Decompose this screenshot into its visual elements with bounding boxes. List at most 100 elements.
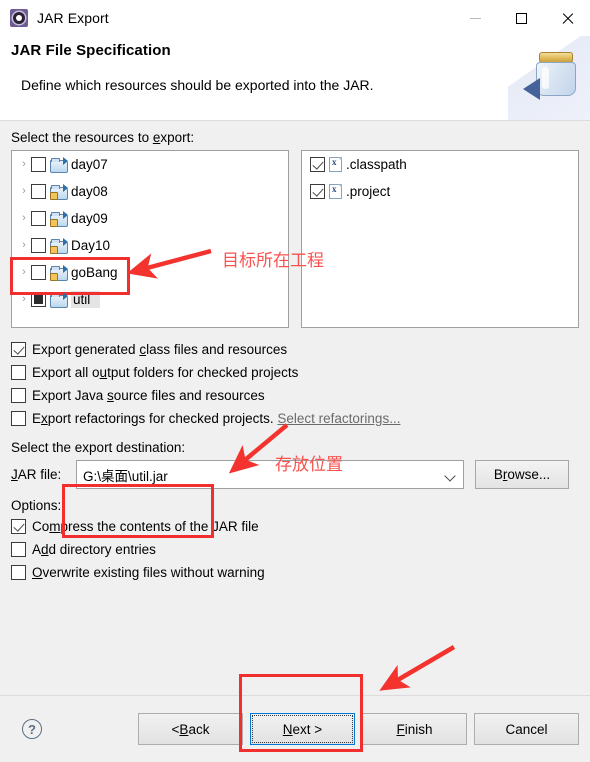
- tree-checkbox[interactable]: [31, 211, 46, 226]
- lock-icon: [50, 191, 58, 200]
- chevron-right-icon[interactable]: ›: [17, 294, 31, 305]
- back-button[interactable]: < Back: [138, 713, 243, 745]
- resources-label: Select the resources to export:: [11, 121, 579, 150]
- resources-label-pre: Select the resources to: [11, 130, 153, 145]
- chevron-right-icon[interactable]: ›: [17, 186, 31, 197]
- footer-buttons: < Back Next > Finish Cancel: [138, 713, 579, 745]
- tree-item-label: goBang: [71, 265, 118, 280]
- tree-checkbox[interactable]: [31, 265, 46, 280]
- jar-icon: [536, 52, 576, 96]
- option-label-mnemonic: s: [107, 388, 114, 403]
- project-tree[interactable]: › day07 › day08 › day09 › Day10 › goBang…: [11, 150, 289, 328]
- next-button[interactable]: Next >: [250, 713, 355, 745]
- footer: ? < Back Next > Finish Cancel: [0, 696, 590, 762]
- chevron-down-icon[interactable]: [444, 470, 456, 482]
- jar-file-row: JAR file: G:\桌面\util.jar Br owse...: [11, 460, 579, 489]
- close-icon: [561, 12, 574, 25]
- option-label-mnemonic: d: [41, 542, 49, 557]
- cancel-button[interactable]: Cancel: [474, 713, 579, 745]
- folder-icon: [50, 210, 68, 227]
- jar-export-dialog: JAR Export JAR File Specification Define…: [0, 0, 590, 762]
- chevron-right-icon[interactable]: ›: [17, 159, 31, 170]
- tree-checkbox[interactable]: [31, 184, 46, 199]
- list-item[interactable]: .classpath: [302, 151, 578, 178]
- chevron-right-icon[interactable]: ›: [17, 240, 31, 251]
- checkbox[interactable]: [11, 388, 26, 403]
- page-banner: JAR File Specification Define which reso…: [0, 36, 590, 120]
- option-label-mnemonic: u: [99, 365, 108, 380]
- option-label-post: ource files and resources: [113, 388, 265, 403]
- window-controls: [452, 0, 590, 36]
- browse-button[interactable]: Br owse...: [475, 460, 569, 489]
- jar-image: [508, 36, 590, 120]
- page-title: JAR File Specification: [11, 42, 171, 59]
- option-label-mnemonic: m: [49, 519, 61, 534]
- tree-checkbox[interactable]: [31, 157, 46, 172]
- checkbox[interactable]: [11, 542, 26, 557]
- jar-body: [536, 62, 576, 96]
- file-checkbox[interactable]: [310, 157, 325, 172]
- option-label-pre: Export all o: [32, 365, 100, 380]
- option-label-pre: Co: [32, 519, 50, 534]
- option-add-directory-entries[interactable]: Add directory entries: [11, 538, 579, 561]
- file-item-label: .project: [346, 184, 391, 199]
- lock-icon: [50, 245, 58, 254]
- select-refactorings-link[interactable]: Select refactorings...: [277, 411, 400, 426]
- folder-icon: [50, 237, 68, 254]
- checkbox[interactable]: [11, 365, 26, 380]
- option-label-post: lass files and resources: [146, 342, 288, 357]
- option-label-pre: A: [32, 542, 42, 557]
- option-label-post: press the contents of the JAR file: [60, 519, 259, 534]
- option-export-refactorings[interactable]: Export refactorings for checked projects…: [11, 407, 579, 430]
- option-label-pre: Export Java: [32, 388, 108, 403]
- finish-button[interactable]: Finish: [362, 713, 467, 745]
- checkbox[interactable]: [11, 411, 26, 426]
- lock-icon: [50, 272, 58, 281]
- jar-file-combo[interactable]: G:\桌面\util.jar: [76, 460, 464, 489]
- chevron-right-icon[interactable]: ›: [17, 213, 31, 224]
- tree-checkbox[interactable]: [31, 238, 46, 253]
- checkbox[interactable]: [11, 519, 26, 534]
- gear-icon: [10, 9, 28, 27]
- option-label-pre: E: [32, 411, 42, 426]
- tree-row[interactable]: › day08: [12, 178, 288, 205]
- lock-icon: [50, 218, 58, 227]
- options-group: Compress the contents of the JAR file Ad…: [11, 515, 579, 584]
- jar-file-label-mnemonic: J: [11, 467, 18, 482]
- tree-item-label: Day10: [71, 238, 111, 253]
- help-icon[interactable]: ?: [22, 719, 42, 739]
- tree-row[interactable]: › day07: [12, 151, 288, 178]
- option-label-post: port refactorings for checked projects.: [47, 411, 274, 426]
- folder-icon: [50, 156, 68, 173]
- resources-label-post: xport:: [160, 130, 195, 145]
- option-export-java-source[interactable]: Export Java source files and resources: [11, 384, 579, 407]
- list-item[interactable]: .project: [302, 178, 578, 205]
- dialog-body: Select the resources to export: › day07 …: [0, 121, 590, 695]
- option-label-pre: Export generated: [32, 342, 140, 357]
- folder-icon: [50, 183, 68, 200]
- maximize-icon: [515, 12, 527, 24]
- tree-row[interactable]: › util: [12, 286, 288, 313]
- close-button[interactable]: [544, 0, 590, 36]
- tree-row[interactable]: › day09: [12, 205, 288, 232]
- option-export-class-files[interactable]: Export generated class files and resourc…: [11, 338, 579, 361]
- folder-icon: [50, 264, 68, 281]
- tree-row[interactable]: › goBang: [12, 259, 288, 286]
- jar-file-input[interactable]: G:\桌面\util.jar: [77, 465, 168, 485]
- minimize-button[interactable]: [452, 0, 498, 36]
- option-label-post: verwrite existing files without warning: [42, 565, 265, 580]
- option-overwrite-existing[interactable]: Overwrite existing files without warning: [11, 561, 579, 584]
- checkbox[interactable]: [11, 342, 26, 357]
- jar-file-label: JAR file:: [11, 467, 65, 482]
- file-checkbox[interactable]: [310, 184, 325, 199]
- tree-row[interactable]: › Day10: [12, 232, 288, 259]
- option-export-output-folders[interactable]: Export all output folders for checked pr…: [11, 361, 579, 384]
- option-compress-contents[interactable]: Compress the contents of the JAR file: [11, 515, 579, 538]
- file-list[interactable]: .classpath .project: [301, 150, 579, 328]
- checkbox[interactable]: [11, 565, 26, 580]
- destination-label: Select the export destination:: [11, 440, 186, 455]
- chevron-right-icon[interactable]: ›: [17, 267, 31, 278]
- tree-checkbox[interactable]: [31, 292, 46, 307]
- maximize-button[interactable]: [498, 0, 544, 36]
- window-title: JAR Export: [37, 10, 109, 26]
